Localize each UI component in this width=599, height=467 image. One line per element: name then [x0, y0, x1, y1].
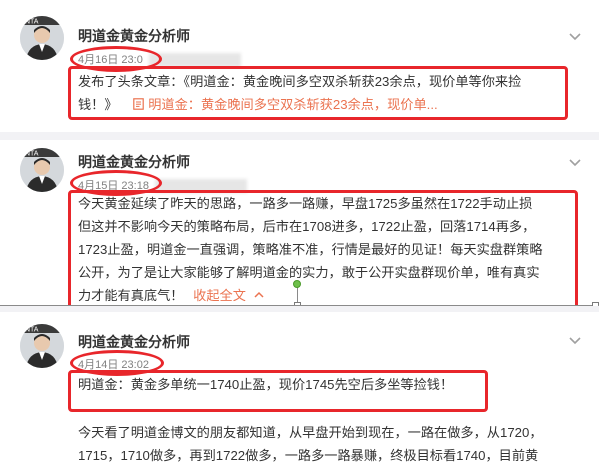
post-separator — [0, 132, 599, 140]
post-text-line: 1715，1710做多，再到1722做多，一路多一路暴赚，终极目标看1740，目… — [78, 448, 539, 463]
annotation-box — [68, 190, 578, 312]
avatar[interactable]: INTA — [20, 148, 64, 192]
avatar[interactable]: INTA — [20, 324, 64, 368]
blurred-source — [148, 53, 241, 68]
chevron-down-icon[interactable] — [567, 154, 583, 170]
post-body: 今天看了明道金博文的朋友都知道，从早盘开始到现在，一路在做多，从1720， 17… — [78, 421, 588, 467]
post-text-line: 今天看了明道金博文的朋友都知道，从早盘开始到现在，一路在做多，从1720， — [78, 425, 543, 440]
annotation-box — [68, 66, 568, 120]
svg-text:INTA: INTA — [23, 19, 39, 26]
annotation-box — [68, 370, 488, 412]
author-name[interactable]: 明道金黄金分析师 — [78, 332, 190, 352]
rotation-handle[interactable] — [293, 280, 301, 288]
author-name[interactable]: 明道金黄金分析师 — [78, 26, 190, 46]
author-name[interactable]: 明道金黄金分析师 — [78, 152, 190, 172]
chevron-down-icon[interactable] — [567, 28, 583, 44]
avatar[interactable]: INTA — [20, 16, 64, 60]
svg-text:INTA: INTA — [23, 151, 39, 158]
chevron-down-icon[interactable] — [567, 332, 583, 348]
svg-text:INTA: INTA — [23, 327, 39, 334]
